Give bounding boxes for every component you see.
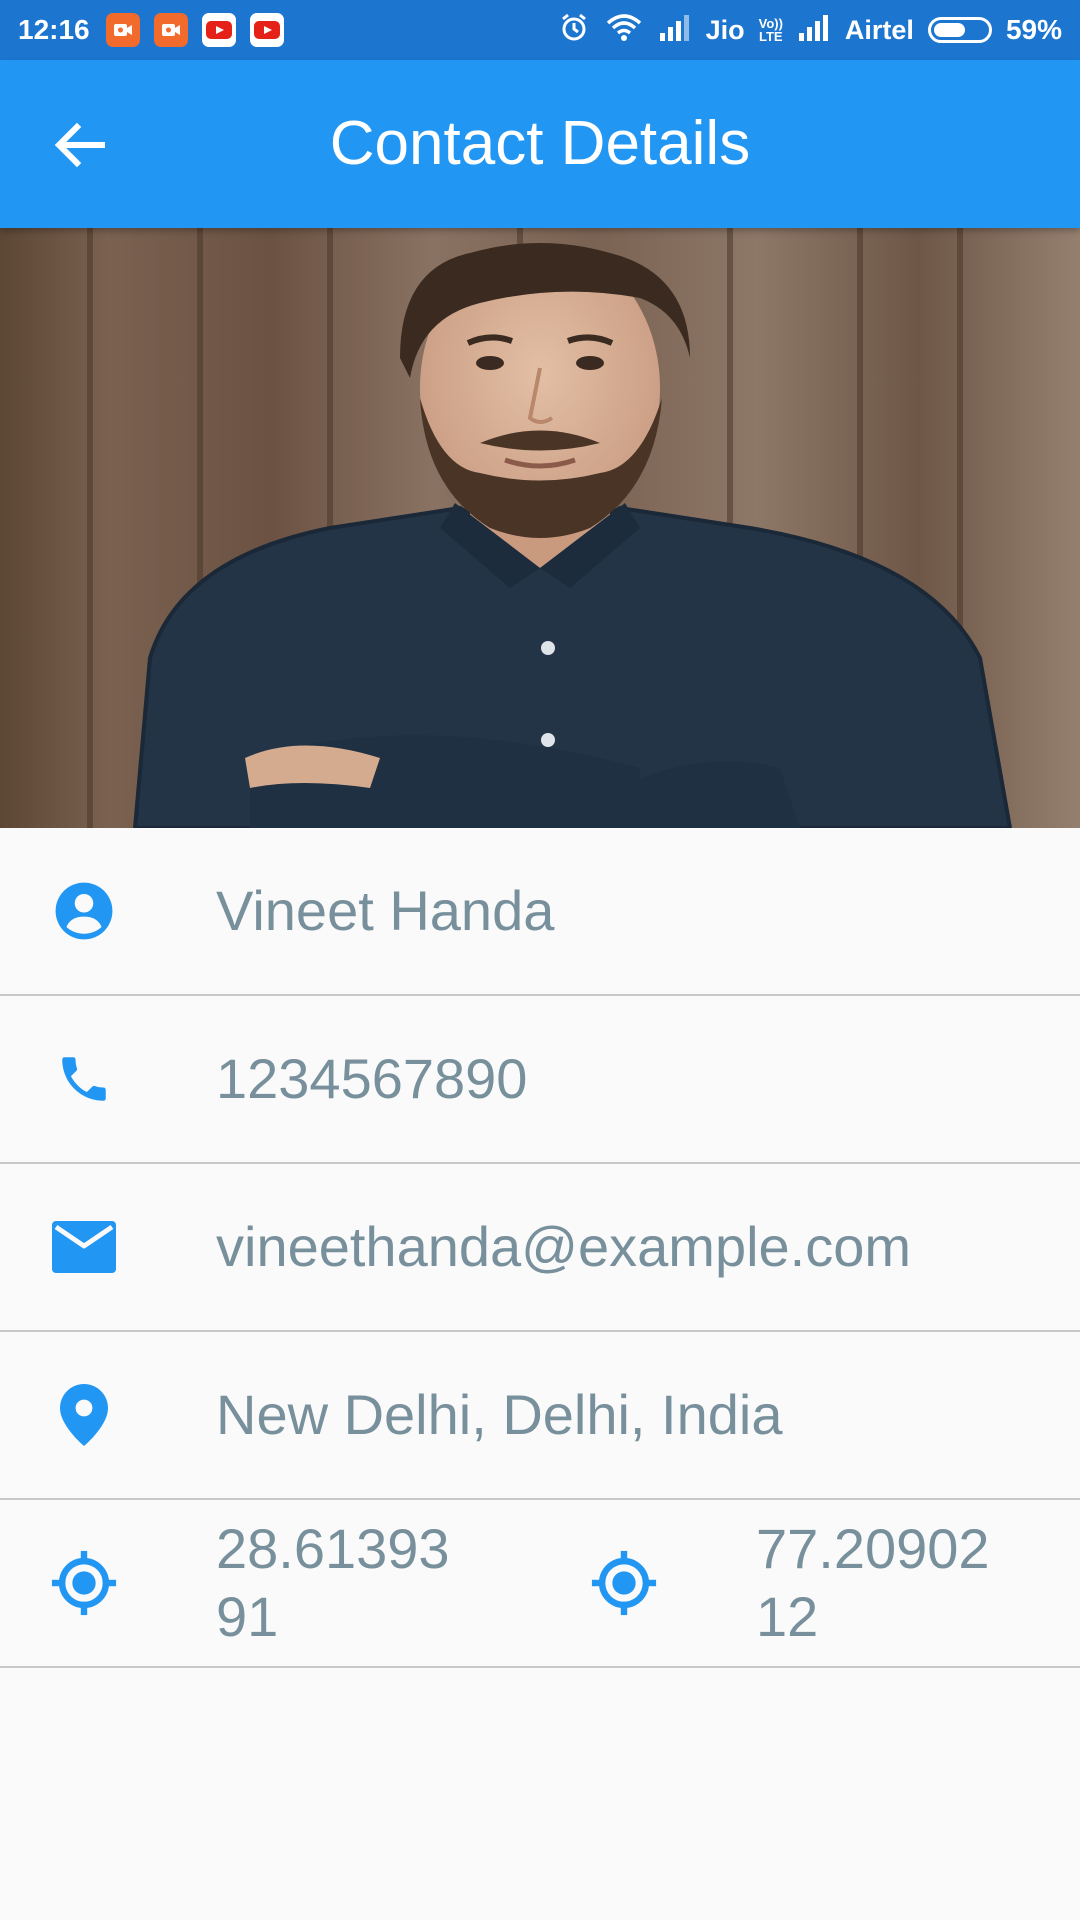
alarm-icon [558, 11, 590, 50]
screen-recorder-icon-2 [153, 13, 188, 47]
contact-latitude: 28.61393 91 [216, 1517, 450, 1648]
youtube-icon-2 [249, 13, 284, 47]
gps-target-icon [46, 1545, 122, 1621]
contact-row-name[interactable]: Vineet Handa [0, 828, 1080, 996]
page-title: Contact Details [329, 109, 751, 178]
volte-indicator: Vo)) LTE [759, 17, 783, 43]
contact-phone: 1234567890 [216, 1047, 528, 1110]
screen-recorder-icon [105, 13, 140, 47]
contact-photo-image [0, 228, 1080, 828]
contact-row-address[interactable]: New Delhi, Delhi, India [0, 1332, 1080, 1500]
contact-details-screen: 12:16 Jio Vo)) LTE Airtel 59% Contact De… [0, 0, 1080, 1920]
location-pin-icon [48, 1379, 120, 1451]
youtube-icon [201, 13, 236, 47]
status-time: 12:16 [18, 14, 90, 45]
carrier-1-label: Jio [705, 14, 745, 45]
contact-longitude: 77.20902 12 [756, 1517, 990, 1648]
wifi-icon [604, 11, 644, 50]
mail-icon [48, 1211, 120, 1283]
status-bar-left: 12:16 [18, 13, 298, 47]
carrier-2-label: Airtel [844, 14, 914, 45]
app-bar: Contact Details [0, 60, 1080, 228]
signal-icon-2 [797, 13, 831, 48]
account-circle-icon [48, 875, 120, 947]
signal-icon-1 [658, 13, 692, 48]
contact-row-coordinates[interactable]: 28.61393 91 77.20902 12 [0, 1500, 1080, 1668]
contact-email: vineethanda@example.com [216, 1215, 912, 1278]
status-bar-right: Jio Vo)) LTE Airtel 59% [544, 11, 1062, 50]
volte-bottom: LTE [758, 29, 783, 44]
battery-percent: 59% [1005, 14, 1062, 45]
contact-name: Vineet Handa [216, 879, 555, 942]
status-bar: 12:16 Jio Vo)) LTE Airtel 59% [0, 0, 1080, 60]
phone-icon [48, 1043, 120, 1115]
gps-target-icon-2 [586, 1545, 662, 1621]
battery-icon [927, 17, 992, 43]
contact-row-phone[interactable]: 1234567890 [0, 996, 1080, 1164]
contact-address: New Delhi, Delhi, India [216, 1383, 783, 1446]
contact-row-email[interactable]: vineethanda@example.com [0, 1164, 1080, 1332]
battery-fill [933, 23, 965, 37]
contact-photo [0, 228, 1080, 828]
